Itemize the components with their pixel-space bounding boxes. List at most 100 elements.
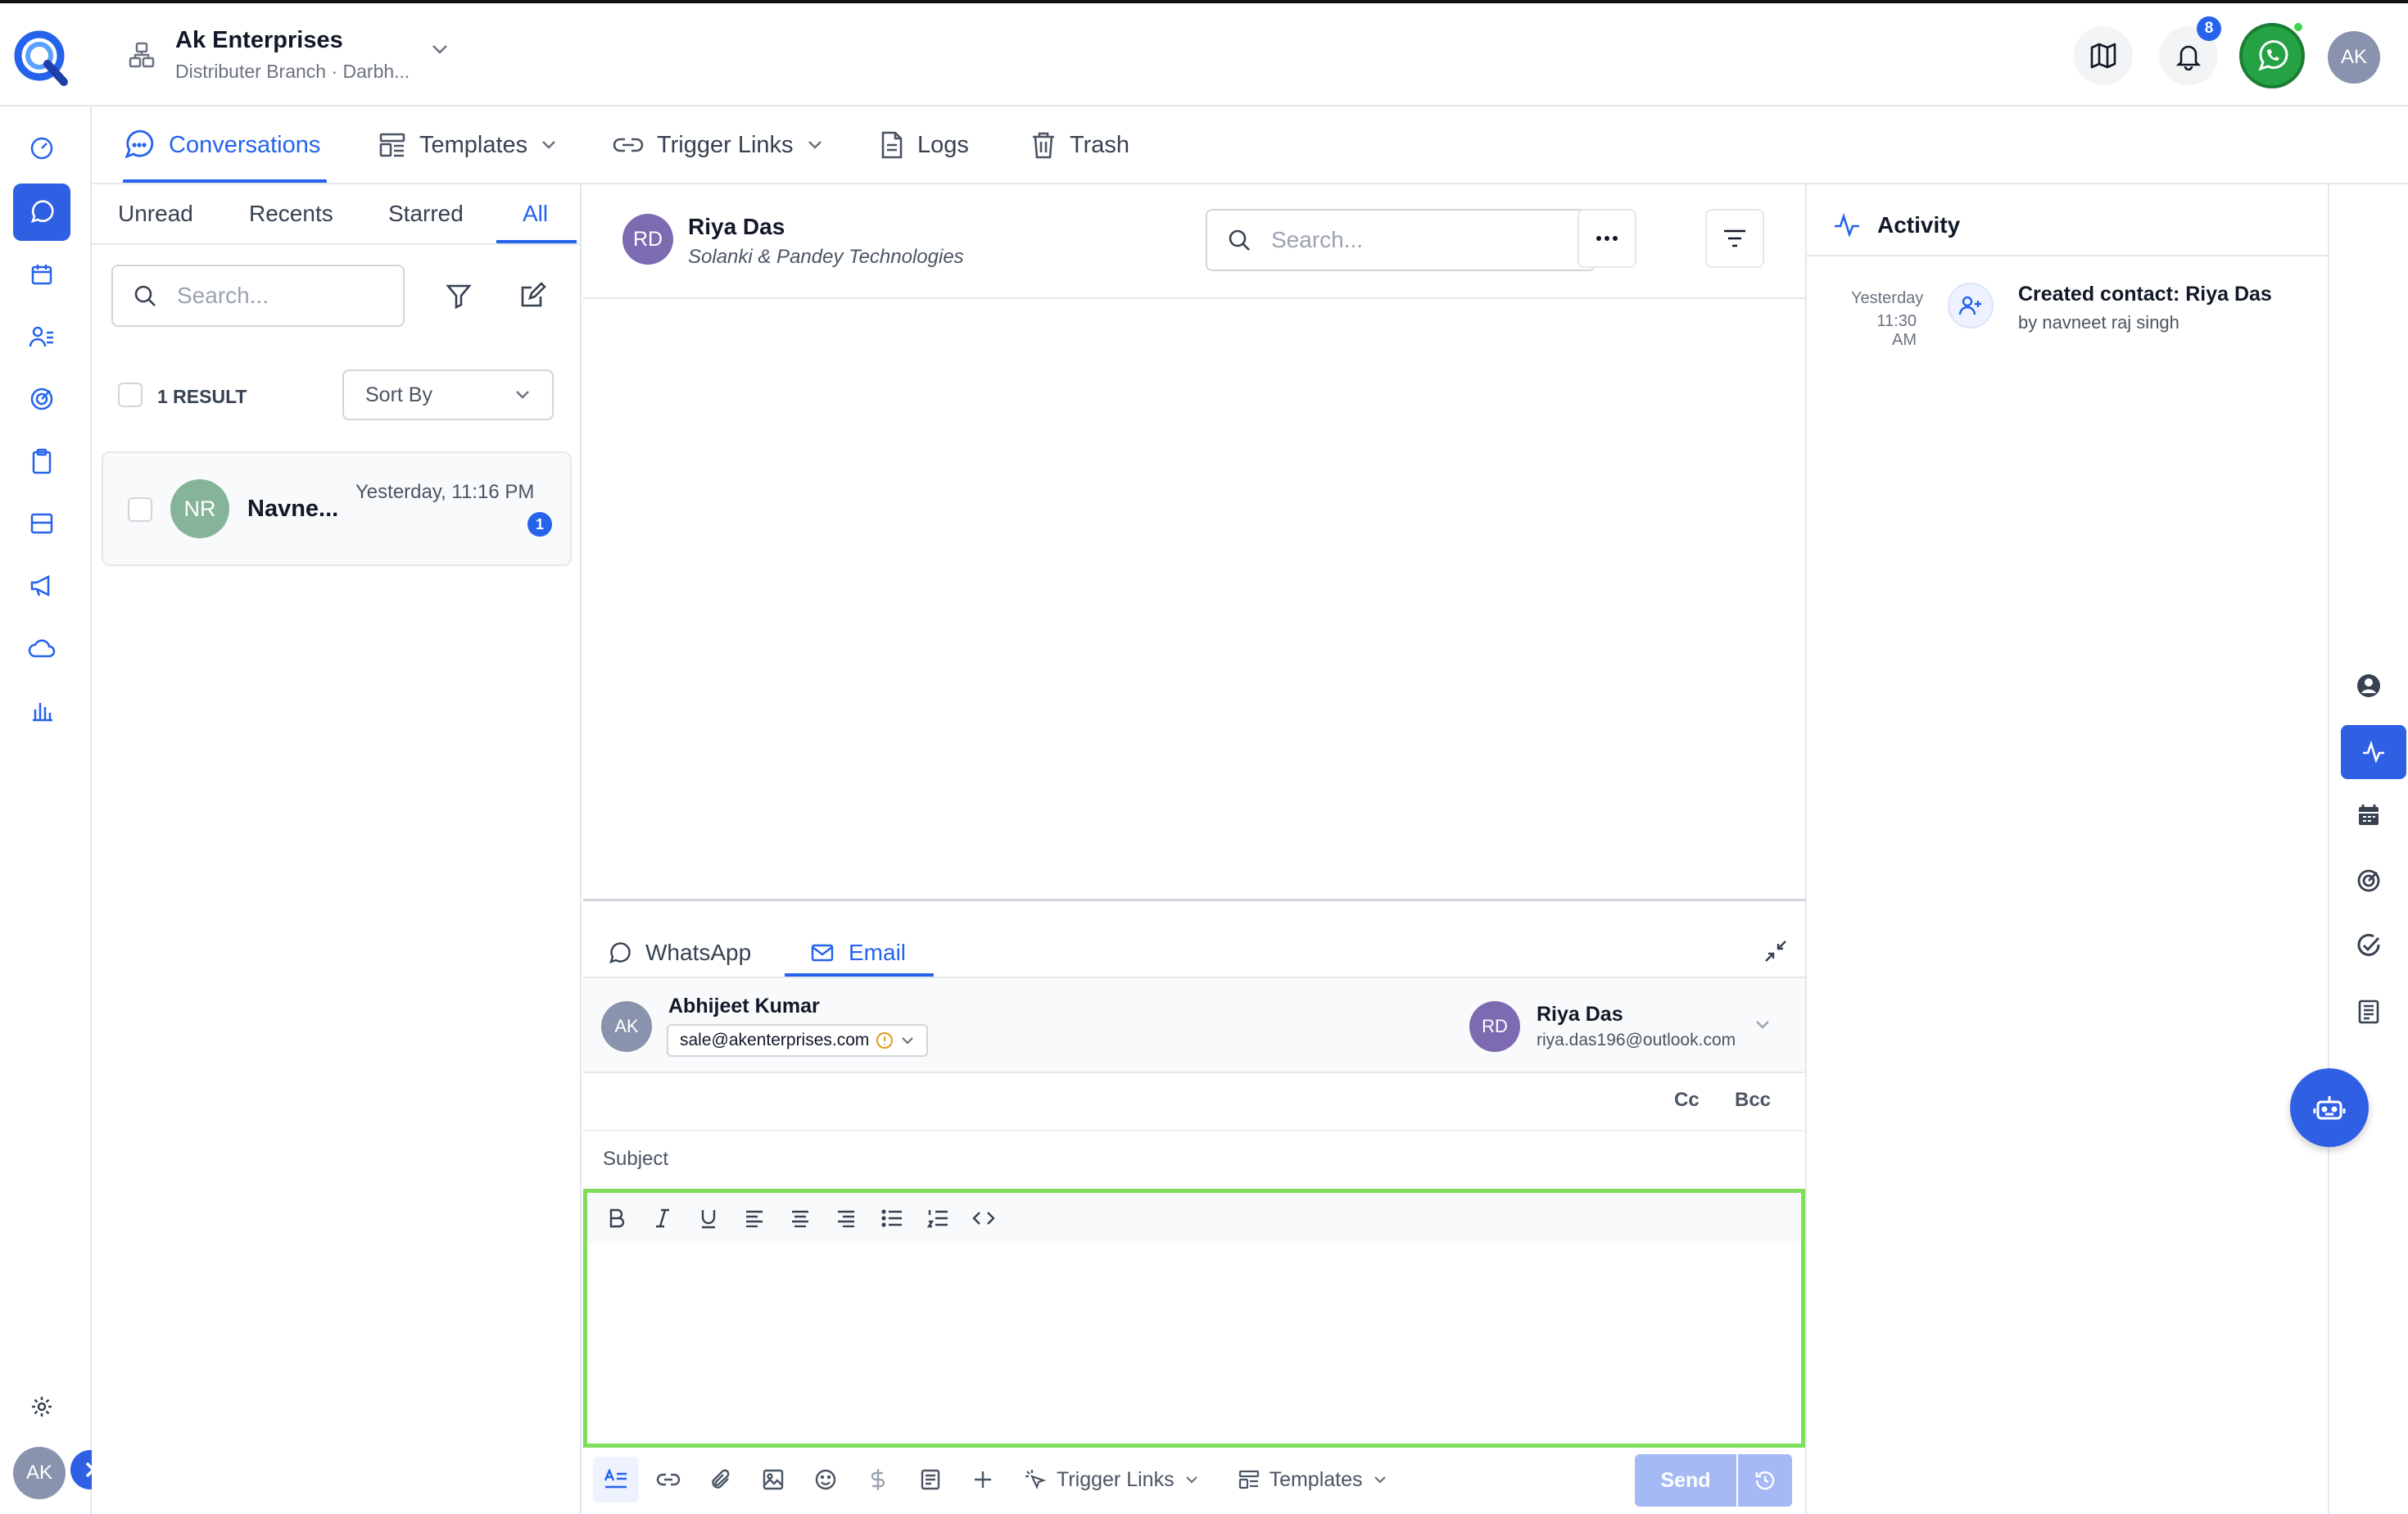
rail-contacts[interactable]: [13, 308, 70, 365]
rail-inbox[interactable]: [13, 495, 70, 552]
select-all-checkbox[interactable]: [118, 383, 143, 407]
list-item-checkbox[interactable]: [128, 497, 152, 522]
italic-button[interactable]: [648, 1203, 677, 1233]
whatsapp-button[interactable]: [2239, 23, 2305, 88]
ellipsis-icon: [1596, 236, 1618, 241]
more-options-button[interactable]: [1577, 209, 1636, 268]
insert-image-button[interactable]: [750, 1457, 796, 1503]
subtab-starred[interactable]: Starred: [388, 201, 464, 227]
sender-email: sale@akenterprises.com: [680, 1031, 870, 1049]
list-item[interactable]: NR Navne... Yesterday, 11:16 PM 1: [102, 451, 572, 566]
rail-conversations[interactable]: [13, 184, 70, 241]
search-icon: [1229, 229, 1250, 251]
rail-opportunities[interactable]: [13, 370, 70, 428]
recipient-email: riya.das196@outlook.com: [1537, 1031, 1736, 1049]
compose-button[interactable]: [509, 273, 555, 319]
channel-tab-email[interactable]: Email: [811, 930, 906, 976]
user-circle-icon: [2357, 674, 2380, 697]
collapse-composer-button[interactable]: [1753, 928, 1799, 974]
sender-email-select[interactable]: sale@akenterprises.com: [667, 1024, 929, 1057]
pointer-click-icon: [1025, 1470, 1047, 1489]
rail-dashboard[interactable]: [13, 120, 70, 177]
emoji-button[interactable]: [803, 1457, 849, 1503]
opportunities-tab[interactable]: [2346, 858, 2392, 904]
subject-input[interactable]: Subject: [603, 1148, 668, 1171]
attach-file-button[interactable]: [698, 1457, 744, 1503]
code-button[interactable]: [969, 1203, 998, 1233]
templates-dropdown[interactable]: Templates: [1238, 1468, 1387, 1492]
text-format-icon: [604, 1469, 627, 1489]
branch-icon: [128, 41, 156, 69]
rail-calendar[interactable]: [13, 246, 70, 303]
user-avatar[interactable]: AK: [2328, 31, 2380, 84]
payment-button[interactable]: [855, 1457, 901, 1503]
conversation-search-box[interactable]: Search...: [1206, 209, 1596, 271]
subtab-unread[interactable]: Unread: [118, 201, 193, 227]
cc-toggle[interactable]: Cc: [1674, 1089, 1700, 1112]
search-icon: [134, 285, 156, 306]
rail-settings[interactable]: [13, 1378, 70, 1435]
align-right-button[interactable]: [831, 1203, 861, 1233]
tab-label: Templates: [419, 131, 528, 158]
contact-company: Solanki & Pandey Technologies: [688, 246, 964, 268]
notes-tab[interactable]: [2346, 989, 2392, 1035]
align-center-button[interactable]: [785, 1203, 815, 1233]
rail-tasks[interactable]: [13, 433, 70, 490]
branch-switcher[interactable]: Ak Enterprises Distributer Branch · Darb…: [92, 3, 468, 107]
filter-button[interactable]: [436, 273, 482, 319]
contact-details-tab[interactable]: [2346, 663, 2392, 709]
tab-templates[interactable]: Templates: [378, 107, 557, 184]
bcc-toggle[interactable]: Bcc: [1735, 1089, 1771, 1112]
underline-button[interactable]: [694, 1203, 723, 1233]
bold-icon: [609, 1208, 625, 1228]
activity-tab[interactable]: [2341, 725, 2406, 779]
conversation-filter-button[interactable]: [1705, 209, 1764, 268]
bell-icon: [2175, 45, 2202, 70]
template-icon: [379, 133, 405, 157]
rail-reports[interactable]: [13, 682, 70, 739]
app-logo-icon[interactable]: [11, 28, 70, 87]
notification-count-badge: 8: [2197, 16, 2221, 41]
gear-icon: [32, 1397, 52, 1417]
email-body-editor[interactable]: [583, 1189, 1805, 1448]
robot-icon: [2313, 1096, 2346, 1120]
map-button[interactable]: [2074, 26, 2133, 85]
trigger-links-dropdown[interactable]: Trigger Links: [1024, 1468, 1199, 1492]
filter-icon: [446, 284, 472, 310]
bold-button[interactable]: [602, 1203, 631, 1233]
ai-assistant-button[interactable]: [2290, 1068, 2369, 1147]
rail-marketing[interactable]: [13, 557, 70, 614]
align-left-button[interactable]: [740, 1203, 769, 1233]
recipient-dropdown[interactable]: [1754, 1019, 1771, 1031]
composer: WhatsApp Email AK Abhijeet Kumar sale@ak…: [583, 904, 1805, 1514]
add-more-button[interactable]: [960, 1457, 1006, 1503]
send-button[interactable]: Send: [1635, 1454, 1736, 1507]
footer-user-avatar[interactable]: AK: [13, 1447, 66, 1499]
schedule-send-button[interactable]: [1738, 1454, 1792, 1507]
tab-trigger-links[interactable]: Trigger Links: [613, 107, 823, 184]
appointments-tab[interactable]: [2346, 792, 2392, 838]
list-search-box[interactable]: Search...: [111, 265, 405, 327]
inbox-icon: [30, 513, 53, 534]
map-icon: [2090, 43, 2116, 69]
sort-dropdown[interactable]: Sort By: [342, 369, 554, 420]
subtab-recents[interactable]: Recents: [249, 201, 333, 227]
text-format-toggle[interactable]: [593, 1457, 639, 1503]
activity-entry-title: Created contact: Riya Das: [2018, 283, 2272, 306]
contact-avatar: RD: [622, 214, 673, 265]
channel-tab-whatsapp[interactable]: WhatsApp: [608, 930, 751, 976]
contact-name[interactable]: Riya Das: [688, 214, 785, 240]
tab-conversations[interactable]: Conversations: [123, 107, 328, 184]
insert-form-button[interactable]: [908, 1457, 953, 1503]
numbered-list-button[interactable]: [923, 1203, 953, 1233]
bullet-list-button[interactable]: [877, 1203, 907, 1233]
tab-trash[interactable]: Trash: [1030, 107, 1129, 184]
insert-link-button[interactable]: [645, 1457, 691, 1503]
unread-badge: 1: [527, 512, 552, 537]
rail-cloud[interactable]: [13, 619, 70, 677]
link-icon: [656, 1473, 681, 1486]
tasks-tab[interactable]: [2346, 923, 2392, 969]
tab-logs[interactable]: Logs: [880, 107, 969, 184]
tab-label: Trash: [1070, 131, 1130, 158]
subtab-all[interactable]: All: [523, 201, 548, 227]
